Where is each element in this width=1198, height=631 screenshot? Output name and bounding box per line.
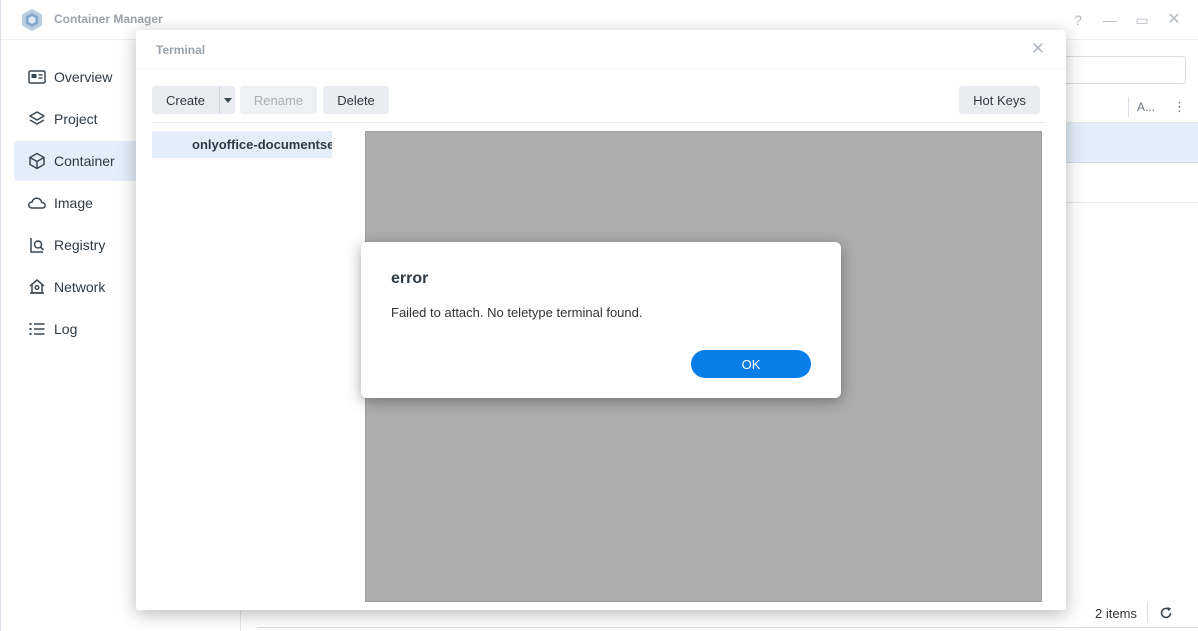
items-count: 2 items xyxy=(1095,606,1137,621)
error-dialog-title: error xyxy=(391,270,429,287)
container-cube-icon xyxy=(27,151,47,171)
caret-down-icon xyxy=(223,97,232,103)
footer-divider xyxy=(258,627,1198,628)
app-title: Container Manager xyxy=(54,12,163,26)
create-button[interactable]: Create xyxy=(152,86,219,114)
log-list-icon xyxy=(27,319,47,339)
terminal-session-label: onlyoffice-documentse xyxy=(192,137,332,152)
column-menu-icon[interactable]: ⋮ xyxy=(1173,99,1186,115)
container-manager-logo-icon xyxy=(22,9,42,31)
sidebar-item-label: Registry xyxy=(54,237,106,253)
toolbar-divider xyxy=(152,122,1046,123)
footer-separator xyxy=(1147,603,1148,623)
maximize-icon[interactable]: ▭ xyxy=(1132,10,1152,30)
close-icon[interactable]: ✕ xyxy=(1028,39,1048,59)
error-dialog: error Failed to attach. No teletype term… xyxy=(361,242,841,398)
sidebar-item-label: Network xyxy=(54,279,106,295)
terminal-header-divider xyxy=(136,68,1066,69)
ok-button[interactable]: OK xyxy=(691,350,811,378)
terminal-title: Terminal xyxy=(156,43,206,57)
sidebar-item-label: Log xyxy=(54,321,78,337)
delete-button[interactable]: Delete xyxy=(323,86,389,114)
column-divider xyxy=(1128,97,1129,117)
sidebar-item-label: Image xyxy=(54,195,93,211)
terminal-session-item[interactable]: onlyoffice-documentse xyxy=(152,131,332,158)
minimize-icon[interactable]: — xyxy=(1100,10,1120,30)
overview-icon xyxy=(27,67,47,87)
refresh-icon[interactable] xyxy=(1156,603,1176,623)
sidebar-item-label: Overview xyxy=(54,69,113,85)
hot-keys-button[interactable]: Hot Keys xyxy=(959,86,1040,114)
sidebar-item-label: Container xyxy=(54,153,115,169)
error-dialog-message: Failed to attach. No teletype terminal f… xyxy=(391,305,643,320)
project-layers-icon xyxy=(27,109,47,129)
rename-button[interactable]: Rename xyxy=(240,86,317,114)
create-dropdown-button[interactable] xyxy=(219,86,235,114)
help-icon[interactable]: ? xyxy=(1068,10,1088,30)
sidebar-item-label: Project xyxy=(54,111,98,127)
column-header-truncated[interactable]: A... xyxy=(1137,100,1155,114)
close-window-icon[interactable]: ✕ xyxy=(1164,10,1184,30)
network-house-icon xyxy=(27,277,47,297)
image-cloud-icon xyxy=(27,193,47,213)
registry-search-icon xyxy=(27,235,47,255)
